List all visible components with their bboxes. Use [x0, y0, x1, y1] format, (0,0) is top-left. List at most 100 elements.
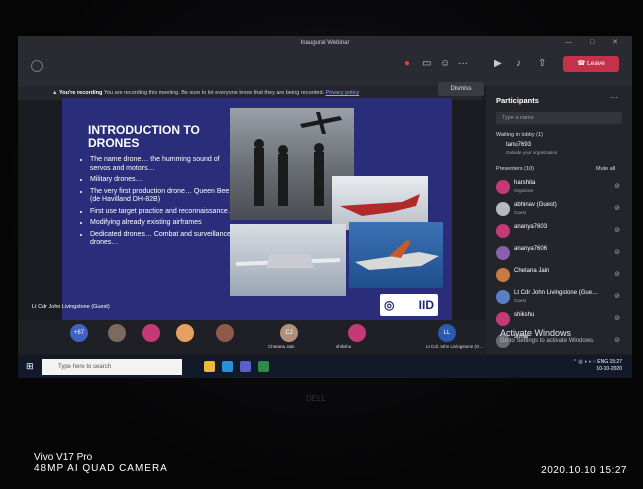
video-strip: +87 CJ Chetana Jain shikshu LL Lt Cdr John L…	[18, 320, 486, 354]
file-explorer-icon[interactable]	[204, 361, 215, 372]
participant-name: abhinav (Guest)	[514, 202, 557, 208]
camera-spec: 48MP AI QUAD CAMERA	[34, 463, 168, 474]
camera-off-icon[interactable]: ▶	[494, 58, 502, 69]
video-tile[interactable]: LL	[438, 324, 456, 342]
laptop-screen: Inaugural Webinar — □ ✕ ● ▭ ☺ ··· ▶ ♪ ⇧ …	[18, 36, 632, 378]
recording-text: You are recording this meeting. Be sure …	[103, 90, 325, 96]
participant-search-input[interactable]: Type a name	[496, 112, 622, 124]
video-tile[interactable]	[108, 324, 126, 342]
lobby-sub: Outside your organization	[506, 150, 558, 155]
chat-icon[interactable]: ▭	[422, 58, 431, 69]
slide-bullet: Dedicated drones… Combat and surveillanc…	[90, 231, 240, 248]
slide-bullet: The name drone… the humming sound of ser…	[90, 156, 240, 173]
participant-row[interactable]: ananya7603 ⊘	[496, 222, 626, 242]
participants-panel: Participants ··· Type a name Waiting in …	[486, 86, 632, 354]
clock-date: 10-10-2020	[596, 366, 622, 372]
iid-emblem-icon: ◎	[384, 298, 395, 312]
avatar	[496, 202, 510, 216]
predator-drone-photo	[230, 224, 346, 296]
taskbar-search-placeholder: Type here to search	[58, 364, 112, 370]
participant-role: Guest	[514, 298, 527, 303]
slide-bullets: The name drone… the humming sound of ser…	[80, 156, 240, 251]
participant-name: ananya7603	[514, 224, 548, 230]
video-tile[interactable]: CJ	[280, 324, 298, 342]
participant-row[interactable]: Chetana Jain ⊘	[496, 266, 626, 286]
video-tile[interactable]	[176, 324, 194, 342]
participant-row[interactable]: Lt Cdr John Livingstone (Gue… Guest ⊘	[496, 288, 626, 308]
lobby-header[interactable]: Waiting in lobby (1)	[496, 132, 543, 138]
mic-off-icon[interactable]: ⊘	[614, 292, 620, 300]
video-tile-label: shikshu	[336, 344, 352, 349]
participant-role: Guest	[514, 210, 527, 215]
window-title: Inaugural Webinar	[300, 40, 350, 46]
laptop-brand-logo: DELL	[306, 394, 327, 403]
slide-bullet: Modifying already existing airframes	[90, 219, 240, 228]
participant-name: harshita	[514, 180, 536, 186]
system-tray[interactable]: ⌃ ◎ ◖ ◗ ◌ ENG 15:27 10-10-2020	[520, 359, 622, 373]
slide-bullet: The very first production drone… Queen B…	[90, 188, 240, 205]
mute-all-button[interactable]: Mute all	[596, 166, 615, 172]
windows-start-icon[interactable]: ⊞	[26, 361, 36, 371]
f16-drone-photo	[349, 222, 443, 288]
mic-off-icon[interactable]: ⊘	[614, 270, 620, 278]
recording-bold-label: You're recording	[58, 90, 103, 96]
avatar	[496, 246, 510, 260]
lobby-item[interactable]: tanu7693 Outside your organization	[496, 140, 626, 160]
participant-row[interactable]: shikshu ⊘	[496, 310, 626, 330]
slide-bullet: First use target practice and reconnaiss…	[90, 208, 240, 217]
video-tile[interactable]	[216, 324, 234, 342]
language-label: ENG	[597, 359, 609, 365]
teams-icon[interactable]	[240, 361, 251, 372]
participant-role: Organizer	[514, 188, 534, 193]
mic-off-icon[interactable]: ⊘	[614, 182, 620, 190]
avatar	[496, 224, 510, 238]
meeting-timer-icon	[31, 60, 43, 72]
windows-taskbar: ⊞ Type here to search ⌃ ◎ ◖ ◗ ◌ ENG 15:2…	[18, 356, 632, 378]
shared-slide: INTRODUCTION TO DRONES The name drone… t…	[62, 98, 452, 332]
mic-icon[interactable]: ♪	[516, 58, 521, 69]
privacy-policy-link[interactable]: Privacy policy	[326, 90, 360, 96]
reactions-icon[interactable]: ☺	[440, 58, 450, 69]
mic-off-icon[interactable]: ⊘	[614, 204, 620, 212]
slide-title: INTRODUCTION TO DRONES	[88, 123, 200, 150]
avatar	[496, 180, 510, 194]
participant-row[interactable]: abhinav (Guest) Guest ⊘	[496, 200, 626, 220]
more-options-icon[interactable]: ···	[610, 93, 618, 102]
taskbar-search-input[interactable]: Type here to search	[42, 359, 182, 375]
video-tile[interactable]	[142, 324, 160, 342]
tray-icons: ⌃ ◎ ◖ ◗ ◌	[572, 359, 598, 365]
participant-name: Chetana Jain	[514, 268, 550, 274]
participant-name: Lt Cdr John Livingstone (Gue…	[514, 290, 599, 296]
iid-logo: ◎ IID	[380, 294, 438, 316]
camera-watermark: Vivo V17 Pro 48MP AI QUAD CAMERA	[34, 452, 168, 474]
presenters-header[interactable]: Presenters (10)	[496, 166, 534, 172]
leave-label: Leave	[587, 60, 605, 67]
participant-name: shikshu	[514, 312, 535, 318]
teams-top-bar: Inaugural Webinar — □ ✕ ● ▭ ☺ ··· ▶ ♪ ⇧ …	[18, 36, 632, 86]
slide-bullet: Military drones…	[90, 176, 240, 185]
video-tile-label: Chetana Jain	[268, 344, 295, 349]
share-icon[interactable]: ⇧	[538, 58, 546, 69]
video-tile-label: Lt Cdr John Livingstone (G…	[426, 344, 485, 349]
more-actions-icon[interactable]: ···	[458, 58, 468, 69]
edge-icon[interactable]	[222, 361, 233, 372]
overflow-count[interactable]: +87	[70, 324, 88, 342]
mic-off-icon[interactable]: ⊘	[614, 248, 620, 256]
mic-off-icon[interactable]: ⊘	[614, 314, 620, 322]
mic-off-icon[interactable]: ⊘	[614, 226, 620, 234]
participant-name: ananya7606	[514, 246, 548, 252]
dismiss-button[interactable]: Dismiss	[438, 82, 484, 96]
clock-time: 15:27	[609, 359, 622, 365]
participant-row[interactable]: ananya7606 ⊘	[496, 244, 626, 264]
app-icon[interactable]	[258, 361, 269, 372]
participant-row[interactable]: harshita Organizer ⊘	[496, 178, 626, 198]
avatar	[496, 268, 510, 282]
participants-icon[interactable]: ●	[404, 58, 410, 69]
leave-button[interactable]: ☎ Leave	[563, 56, 619, 72]
warning-icon: ▲	[52, 90, 59, 96]
mic-off-icon[interactable]: ⊘	[614, 336, 620, 344]
video-tile[interactable]	[348, 324, 366, 342]
window-controls[interactable]: — □ ✕	[565, 38, 626, 46]
lobby-name: tanu7693	[506, 142, 532, 148]
presenter-name: Lt Cdr John Livingstone (Guest)	[32, 304, 110, 310]
